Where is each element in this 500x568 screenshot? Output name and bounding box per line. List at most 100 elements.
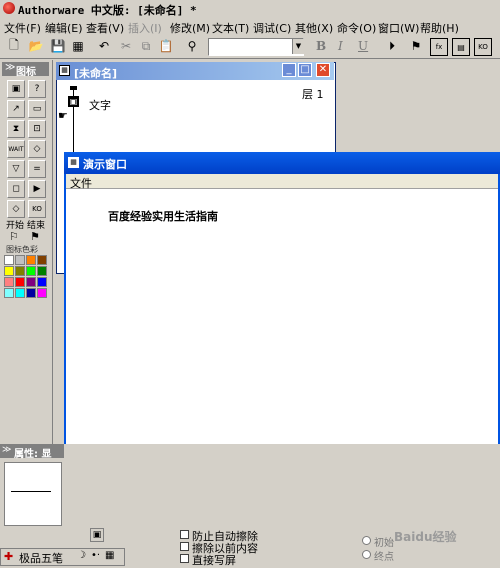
knowledge-objects-icon[interactable]: KO (474, 38, 492, 56)
initial-radio[interactable] (362, 536, 371, 545)
menu-commands[interactable]: 命令(O) (337, 20, 376, 36)
punctuation-icon[interactable]: •· (91, 550, 100, 561)
baidu-watermark: Baidu经验 (394, 530, 457, 544)
map-icon[interactable]: ◻ (7, 180, 25, 198)
flow-icon-label[interactable]: 文字 (89, 97, 111, 113)
functions-icon[interactable]: fx (430, 38, 448, 56)
menu-other[interactable]: 其他(X) (295, 20, 333, 36)
minimize-icon[interactable]: _ (282, 63, 296, 77)
ime-logo-icon: ✚ (4, 550, 14, 563)
app-titlebar: Authorware 中文版: [未命名] * (0, 0, 500, 18)
ime-label[interactable]: 极品五笔 (19, 550, 63, 566)
copy-icon[interactable]: ⧉ (138, 38, 154, 54)
presentation-title: 演示窗口 (83, 158, 127, 171)
erase-previous-checkbox[interactable] (180, 542, 189, 551)
bold-button[interactable]: B (316, 39, 326, 53)
variables-icon[interactable]: ▤ (452, 38, 470, 56)
layer-label: 层 1 (302, 88, 324, 101)
italic-button[interactable]: I (338, 39, 343, 53)
menu-insert[interactable]: 插入(I) (128, 20, 162, 36)
color-swatch[interactable] (37, 266, 47, 276)
moon-icon[interactable]: ☽ (77, 550, 86, 561)
movie-icon[interactable]: ▶ (28, 180, 46, 198)
restart-icon[interactable]: ⏵ (384, 38, 400, 54)
keyboard-icon[interactable]: ▦ (105, 550, 114, 561)
animation-icon[interactable]: ↗ (7, 100, 25, 118)
color-swatch[interactable] (37, 288, 47, 298)
chevron-down-icon[interactable]: ≫ (5, 62, 15, 73)
maximize-icon[interactable]: □ (298, 63, 312, 77)
window-icon: ▦ (68, 157, 79, 168)
color-swatch[interactable] (26, 255, 36, 265)
underline-button[interactable]: U (358, 39, 368, 53)
color-swatch[interactable] (4, 266, 14, 276)
control-panel-icon[interactable]: ⚑ (408, 38, 424, 54)
end-label: 终点 (374, 552, 394, 563)
chevron-down-icon[interactable]: ▼ (292, 39, 304, 54)
interaction-icon[interactable]: ▽ (7, 160, 25, 178)
end-radio[interactable] (362, 550, 371, 559)
wait-icon[interactable]: ? (28, 80, 46, 98)
menu-view[interactable]: 查看(V) (86, 20, 124, 36)
icon-color-label: 图标色彩 (6, 245, 38, 254)
flowline-title: [未命名] (74, 67, 118, 80)
sound-icon[interactable]: ◇ (7, 200, 25, 218)
color-swatch[interactable] (15, 277, 25, 287)
icon-palette-title: ≫ 图标 (2, 62, 49, 78)
new-file-icon[interactable]: 🗋 (6, 38, 22, 54)
properties-preview (4, 462, 62, 526)
calculation-icon[interactable]: = (28, 160, 46, 178)
menu-debug[interactable]: 调试(C) (253, 20, 291, 36)
presentation-text[interactable]: 百度经验实用生活指南 (108, 208, 218, 224)
display-icon[interactable]: ▣ (7, 80, 25, 98)
close-icon[interactable]: ✕ (316, 63, 330, 77)
direct-to-screen-checkbox[interactable] (180, 554, 189, 563)
authorware-logo-icon (3, 2, 15, 14)
display-icon[interactable]: ▣ (68, 96, 79, 107)
presentation-titlebar: ▦ 演示窗口 (64, 152, 500, 174)
menu-window[interactable]: 窗口(W) (378, 20, 419, 36)
color-swatch[interactable] (26, 277, 36, 287)
save-all-icon[interactable]: 💾 (50, 38, 66, 54)
import-icon[interactable]: ▦ (70, 38, 86, 54)
app-title: Authorware 中文版: [未命名] * (18, 4, 197, 17)
menu-edit[interactable]: 编辑(E) (45, 20, 83, 36)
color-swatch[interactable] (4, 288, 14, 298)
menu-modify[interactable]: 修改(M) (170, 20, 210, 36)
menu-file[interactable]: 文件(F) (4, 20, 41, 36)
color-swatch[interactable] (37, 255, 47, 265)
presentation-menu-file[interactable]: 文件 (70, 175, 92, 191)
undo-icon[interactable]: ↶ (96, 38, 112, 54)
color-swatch[interactable] (15, 266, 25, 276)
prevent-auto-erase-checkbox[interactable] (180, 530, 189, 539)
preview-text-line (11, 491, 51, 492)
font-combo[interactable] (208, 38, 304, 56)
start-flag-icon[interactable]: ⚐ (9, 230, 19, 243)
cut-icon[interactable]: ✂ (118, 38, 134, 54)
color-swatch[interactable] (26, 266, 36, 276)
ko-icon[interactable]: KO (28, 200, 46, 218)
end-flag-icon[interactable]: ⚑ (30, 230, 40, 243)
find-icon[interactable]: ⚲ (184, 38, 200, 54)
presentation-menu-bar: 文件 (66, 174, 498, 191)
paste-icon[interactable]: 📋 (158, 38, 174, 54)
decision-icon[interactable]: ◇ (28, 140, 46, 158)
initial-label: 初始 (374, 538, 394, 549)
color-swatch[interactable] (26, 288, 36, 298)
wait-clock-icon[interactable]: ⧗ (7, 120, 25, 138)
open-file-icon[interactable]: 📂 (28, 38, 44, 54)
navigate-icon[interactable]: ⊡ (28, 120, 46, 138)
color-swatch[interactable] (15, 255, 25, 265)
menu-help[interactable]: 帮助(H) (420, 20, 459, 36)
color-swatch[interactable] (37, 277, 47, 287)
color-swatch[interactable] (15, 288, 25, 298)
color-swatch[interactable] (4, 255, 14, 265)
erase-icon[interactable]: ▭ (28, 100, 46, 118)
framework-icon[interactable]: WAIT (7, 140, 25, 158)
open-icon[interactable]: ▣ (90, 528, 104, 542)
menu-text[interactable]: 文本(T) (212, 20, 249, 36)
color-swatches (4, 255, 48, 299)
color-swatch[interactable] (4, 277, 14, 287)
properties-titlebar: ≫ 属性: 显 (0, 444, 64, 460)
chevron-down-icon[interactable]: ≫ (2, 445, 11, 455)
